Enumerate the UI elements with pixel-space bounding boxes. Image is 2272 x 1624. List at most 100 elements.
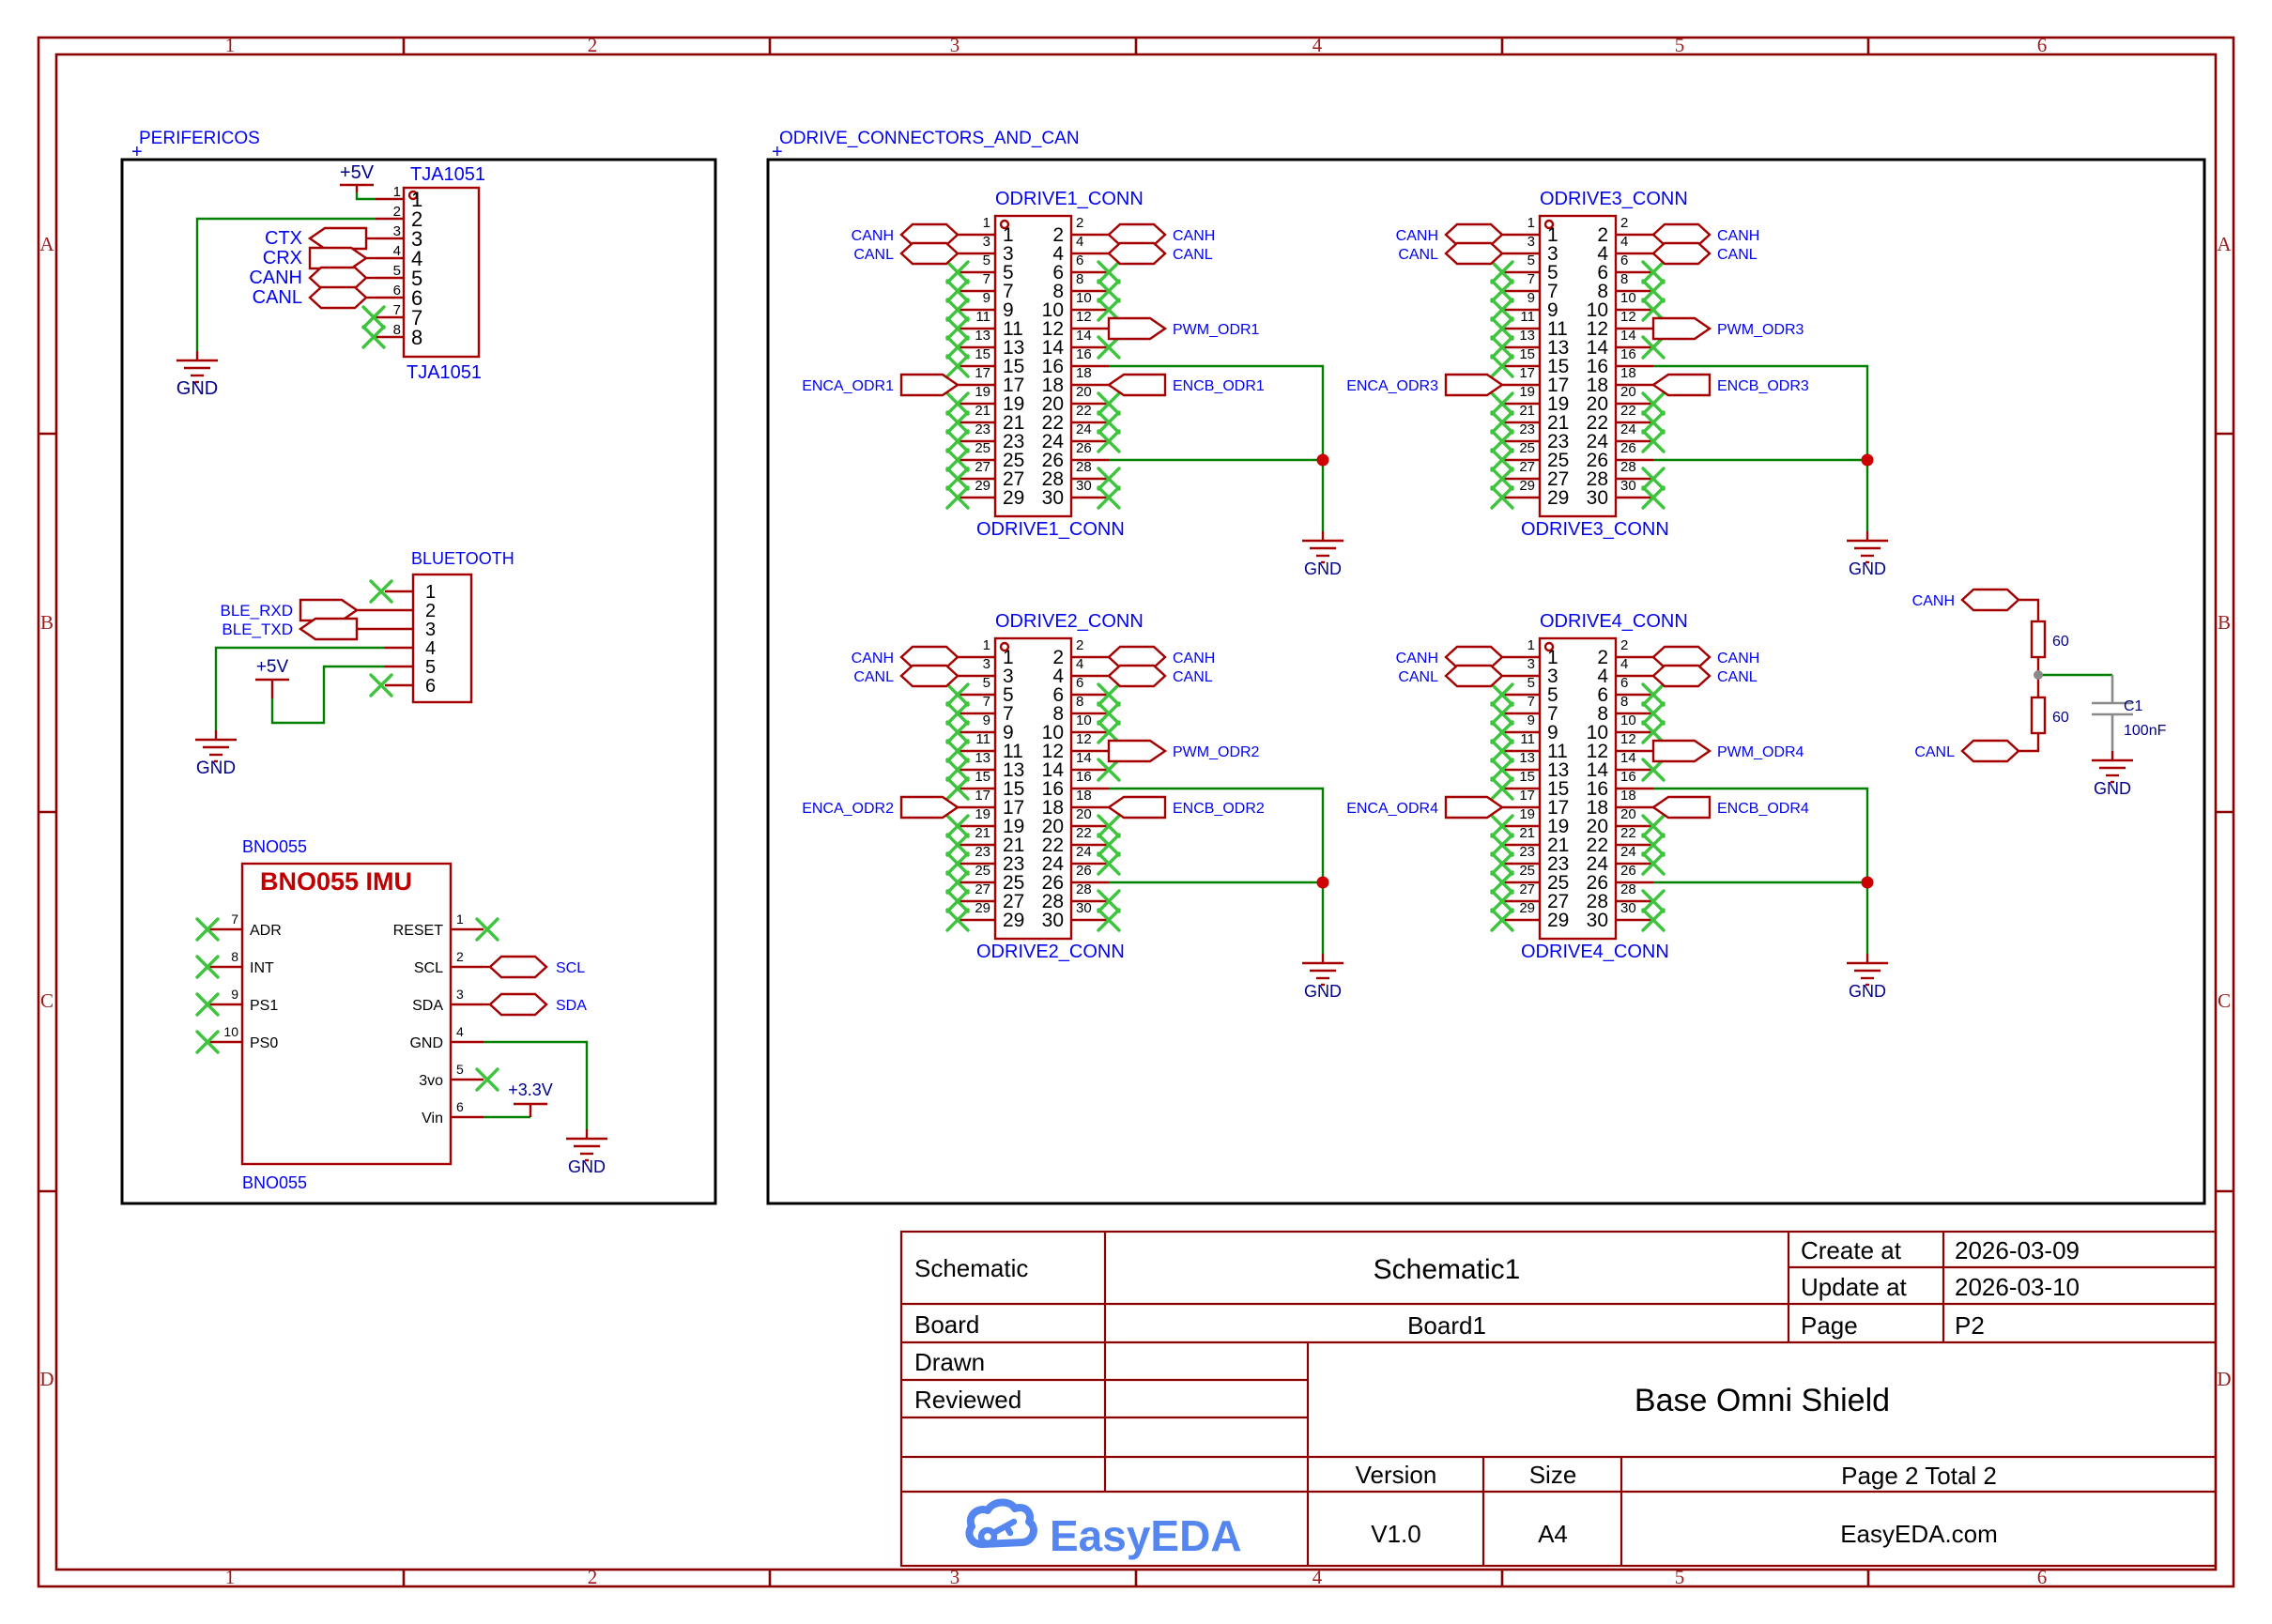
canh-left-flag[interactable]: [901, 224, 958, 245]
connector-symbol: [947, 638, 1119, 939]
pin-text-1: 1: [1527, 215, 1535, 231]
pin-text-20: 20: [1076, 384, 1092, 400]
encb-flag[interactable]: [1109, 375, 1165, 395]
odrive3-connector[interactable]: ODRIVE3_CONN ODRIVE3_CONN CANH CANL ENCA…: [1346, 189, 1809, 540]
pin-text-10: 10: [1620, 290, 1636, 306]
pin-text-8: 8: [1076, 271, 1083, 287]
ctx-flag[interactable]: [310, 228, 366, 249]
pin-text-24: 24: [1076, 844, 1092, 860]
canl-left-flag[interactable]: [1446, 243, 1502, 264]
canl-label: CANL: [1173, 247, 1213, 263]
canl-flag[interactable]: [310, 287, 366, 308]
ble-txd-flag[interactable]: [300, 619, 357, 639]
bno055-component[interactable]: BNO055 BNO055 BNO055 IMU 78910 ADRINTPS1…: [197, 837, 607, 1192]
pin-text-16: 16: [1076, 769, 1092, 785]
odrive4-connector[interactable]: ODRIVE4_CONN ODRIVE4_CONN CANH CANL ENCA…: [1346, 611, 1809, 962]
canh-left-flag[interactable]: [1446, 224, 1502, 245]
sheet-title: Base Omni Shield: [1635, 1383, 1890, 1418]
pin-text-30: 30: [1042, 910, 1064, 931]
pin-text-7: 7: [231, 912, 238, 927]
pin-text-1: 1: [1527, 637, 1535, 653]
pin-text-13: 13: [975, 750, 990, 766]
pin-text-27: 27: [1519, 459, 1535, 475]
resistor-60-top[interactable]: [2032, 621, 2045, 657]
pin-text-18: 18: [1076, 788, 1092, 804]
connector-title: ODRIVE4_CONN: [1540, 611, 1688, 632]
pin-text-2: 2: [588, 1566, 598, 1588]
canh-right-flag[interactable]: [1653, 224, 1710, 245]
sda-flag[interactable]: [490, 994, 546, 1015]
connector-title: ODRIVE2_CONN: [995, 611, 1144, 632]
pin-text-22: 22: [1076, 403, 1092, 419]
power-bar-5v: [255, 680, 289, 698]
enca-flag[interactable]: [901, 797, 958, 818]
pwm-flag[interactable]: [1109, 741, 1165, 761]
pin-text-10: 10: [1076, 290, 1092, 306]
canh-left-flag[interactable]: [1446, 647, 1502, 667]
odrive1-connector[interactable]: ODRIVE1_CONN ODRIVE1_CONN CANH CANL ENCA…: [802, 189, 1265, 540]
canl-right-flag[interactable]: [1109, 243, 1165, 264]
bno-title: BNO055: [242, 837, 307, 856]
pwm-flag[interactable]: [1653, 741, 1710, 761]
tja1051-component[interactable]: TJA1051 TJA1051 12345678 12345678 +5V GN…: [177, 162, 485, 399]
pin-text-23: 23: [1519, 421, 1535, 437]
pwm-flag[interactable]: [1109, 318, 1165, 339]
canl-left-flag[interactable]: [901, 666, 958, 686]
board-value: Board1: [1407, 1311, 1486, 1340]
pin-text-18: 18: [1076, 365, 1092, 381]
pin-text-10: 10: [1076, 712, 1092, 728]
pin-text-4: 4: [425, 638, 436, 659]
pin-text-19: 19: [975, 384, 990, 400]
encb-flag[interactable]: [1653, 375, 1710, 395]
canl-flag[interactable]: [1962, 741, 2019, 761]
pin-text-5: 5: [456, 1062, 464, 1077]
canh-label: CANH: [1396, 228, 1438, 244]
pin-text-10: 10: [1620, 712, 1636, 728]
site-url: EasyEDA.com: [1840, 1520, 1998, 1548]
pin-text-B: B: [40, 611, 54, 634]
tja-title: TJA1051: [410, 164, 485, 185]
pin-text-11: 11: [975, 309, 990, 325]
canh-flag[interactable]: [310, 268, 366, 288]
enca-flag[interactable]: [1446, 797, 1502, 818]
bno-bottom-label: BNO055: [242, 1173, 307, 1192]
scl-flag[interactable]: [490, 957, 546, 977]
gnd-label: GND: [177, 378, 218, 399]
canh-right-flag[interactable]: [1109, 647, 1165, 667]
canh-flag[interactable]: [1962, 590, 2019, 610]
pwm-flag[interactable]: [1653, 318, 1710, 339]
canl-label: CANL: [853, 247, 894, 263]
tja-bottom-label: TJA1051: [407, 362, 482, 383]
sda-label: SDA: [556, 998, 587, 1014]
bluetooth-component[interactable]: BLUETOOTH 123456 BLE_RXD BLE_TXD +5V GND: [195, 549, 514, 778]
pin-text-2: 2: [456, 949, 464, 964]
pin-text-15: 15: [975, 769, 990, 785]
canh-left-flag[interactable]: [901, 647, 958, 667]
resistor-60-bottom[interactable]: [2032, 697, 2045, 733]
odrive2-connector[interactable]: ODRIVE2_CONN ODRIVE2_CONN CANH CANL ENCA…: [802, 611, 1265, 962]
pin-text-3: 3: [950, 34, 960, 56]
canl-left-flag[interactable]: [901, 243, 958, 264]
canh-right-flag[interactable]: [1109, 224, 1165, 245]
pin-text-17: 17: [1519, 365, 1535, 381]
enca-flag[interactable]: [1446, 375, 1502, 395]
canl-left-flag[interactable]: [1446, 666, 1502, 686]
encb-flag[interactable]: [1653, 797, 1710, 818]
canl-right-flag[interactable]: [1653, 666, 1710, 686]
canl-right-flag[interactable]: [1109, 666, 1165, 686]
pin-text-9: 9: [231, 987, 238, 1002]
pin-text-C: C: [2218, 989, 2231, 1012]
gnd-symbol: [2092, 751, 2133, 782]
canl-right-flag[interactable]: [1653, 243, 1710, 264]
pin-text-7: 7: [393, 302, 401, 318]
pin-text-8: 8: [1620, 694, 1628, 710]
pin-text-4: 4: [456, 1024, 464, 1039]
crx-flag[interactable]: [310, 248, 366, 268]
can-termination[interactable]: CANH CANL 60 60 C1 100nF GND: [1912, 590, 2167, 798]
canh-right-flag[interactable]: [1653, 647, 1710, 667]
ble-rxd-flag[interactable]: [300, 600, 357, 620]
pin-text-27: 27: [975, 459, 990, 475]
pin-text-26: 26: [1076, 863, 1092, 879]
enca-flag[interactable]: [901, 375, 958, 395]
encb-flag[interactable]: [1109, 797, 1165, 818]
